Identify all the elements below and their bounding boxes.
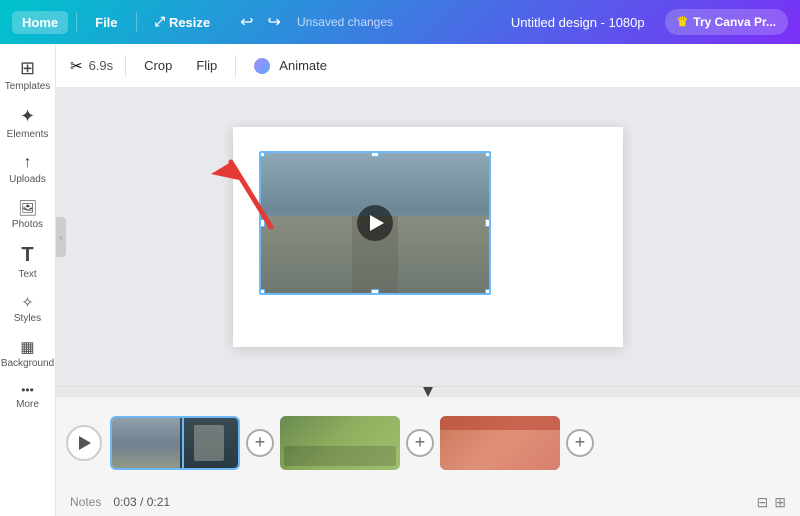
handle-bottom-left[interactable] [259, 289, 265, 295]
more-icon: ••• [21, 383, 34, 397]
handle-top-left[interactable] [259, 151, 265, 157]
unsaved-label: Unsaved changes [297, 15, 393, 29]
sidebar-item-photos[interactable]: 🖼 Photos [2, 193, 54, 236]
nav-divider-1 [76, 12, 77, 32]
templates-icon: ⊞ [20, 58, 35, 79]
add-clip-button-2[interactable]: + [406, 429, 434, 457]
timeline-scrubber[interactable] [56, 387, 800, 397]
styles-icon: ✧ [22, 294, 34, 311]
sidebar-label-photos: Photos [12, 219, 43, 230]
sidebar-item-uploads[interactable]: ↑ Uploads [2, 148, 54, 191]
text-icon: T [21, 244, 33, 267]
canvas-area: ‹ [56, 88, 800, 386]
play-triangle-icon [370, 215, 384, 231]
nav-divider-2 [136, 12, 137, 32]
background-icon: ▦ [20, 338, 34, 356]
animate-icon [254, 58, 270, 74]
sidebar-item-templates[interactable]: ⊞ Templates [2, 52, 54, 98]
try-canva-button[interactable]: ♛ Try Canva Pr... [665, 9, 788, 35]
redo-button[interactable]: ↪ [264, 10, 285, 34]
add-clip-button-3[interactable]: + [566, 429, 594, 457]
file-button[interactable]: File [85, 11, 127, 34]
home-button[interactable]: Home [12, 11, 68, 34]
timeline-zoom-out[interactable]: ⊟ [757, 494, 769, 511]
content-area: ✂ 6.9s Crop Flip Animate ‹ [56, 44, 800, 516]
timeline-area: + + + [56, 386, 800, 516]
sidebar-label-templates: Templates [5, 81, 51, 92]
sidebar-label-elements: Elements [7, 129, 49, 140]
video-play-button[interactable] [357, 205, 393, 241]
toolbar: ✂ 6.9s Crop Flip Animate [56, 44, 800, 88]
handle-bottom-mid[interactable] [371, 289, 379, 295]
video-element[interactable]: ↻ ↻ [259, 151, 491, 295]
undo-button[interactable]: ↩ [236, 10, 257, 34]
add-clip-button-1[interactable]: + [246, 429, 274, 457]
photos-icon: 🖼 [18, 199, 37, 217]
sidebar-label-background: Background [1, 358, 54, 369]
clip-1-left-thumbnail [112, 418, 180, 468]
notes-label: Notes [70, 495, 101, 509]
sidebar: ⊞ Templates ✦ Elements ↑ Uploads 🖼 Photo… [0, 44, 56, 516]
resize-button[interactable]: ⤢ Resize [145, 10, 221, 34]
time-display: 0:03 / 0:21 [113, 495, 170, 509]
toolbar-divider-1 [125, 55, 126, 77]
sidebar-item-styles[interactable]: ✧ Styles [2, 288, 54, 330]
collapse-handle[interactable]: ‹ [56, 217, 66, 257]
canvas-page: ↻ ↻ [233, 127, 623, 347]
crop-button[interactable]: Crop [134, 53, 182, 78]
timeline-play-button[interactable] [66, 425, 102, 461]
handle-top-right[interactable] [485, 151, 491, 157]
clip-1-right-thumbnail [180, 418, 238, 468]
clip-container: + + + [110, 416, 790, 470]
crown-icon: ♛ [677, 14, 689, 30]
elements-icon: ✦ [20, 106, 35, 127]
timeline-footer: Notes 0:03 / 0:21 ⊟ ⊞ [56, 488, 800, 516]
handle-left-mid[interactable] [259, 219, 265, 227]
sidebar-label-text: Text [18, 269, 36, 280]
flip-button[interactable]: Flip [186, 53, 227, 78]
top-bar: Home File ⤢ Resize ↩ ↪ Unsaved changes U… [0, 0, 800, 44]
timeline-play-icon [79, 436, 91, 450]
sidebar-label-styles: Styles [14, 313, 41, 324]
handle-right-mid[interactable] [485, 219, 491, 227]
sidebar-label-more: More [16, 399, 39, 410]
scissors-icon: ✂ [70, 57, 83, 75]
sidebar-item-elements[interactable]: ✦ Elements [2, 100, 54, 146]
sidebar-item-text[interactable]: T Text [2, 238, 54, 286]
clip-2[interactable] [280, 416, 400, 470]
resize-icon: ⤢ [155, 14, 165, 30]
design-title: Untitled design - 1080p [511, 15, 645, 30]
clip-divider [182, 418, 184, 468]
handle-bottom-right[interactable] [485, 289, 491, 295]
timeline-zoom-in[interactable]: ⊞ [774, 494, 786, 511]
sidebar-item-more[interactable]: ••• More [2, 377, 54, 416]
scrubber-marker [423, 387, 433, 397]
toolbar-divider-2 [235, 55, 236, 77]
clip-1[interactable] [110, 416, 240, 470]
sidebar-item-background[interactable]: ▦ Background [2, 332, 54, 375]
sidebar-label-uploads: Uploads [9, 174, 46, 185]
handle-top-mid[interactable] [371, 151, 379, 157]
clip-duration: 6.9s [89, 58, 114, 73]
timeline-tracks: + + + [56, 397, 800, 488]
undo-redo-group: ↩ ↪ [236, 10, 285, 34]
main-area: ⊞ Templates ✦ Elements ↑ Uploads 🖼 Photo… [0, 44, 800, 516]
clip-3[interactable] [440, 416, 560, 470]
animate-button[interactable]: Animate [244, 53, 337, 79]
uploads-icon: ↑ [24, 154, 32, 172]
